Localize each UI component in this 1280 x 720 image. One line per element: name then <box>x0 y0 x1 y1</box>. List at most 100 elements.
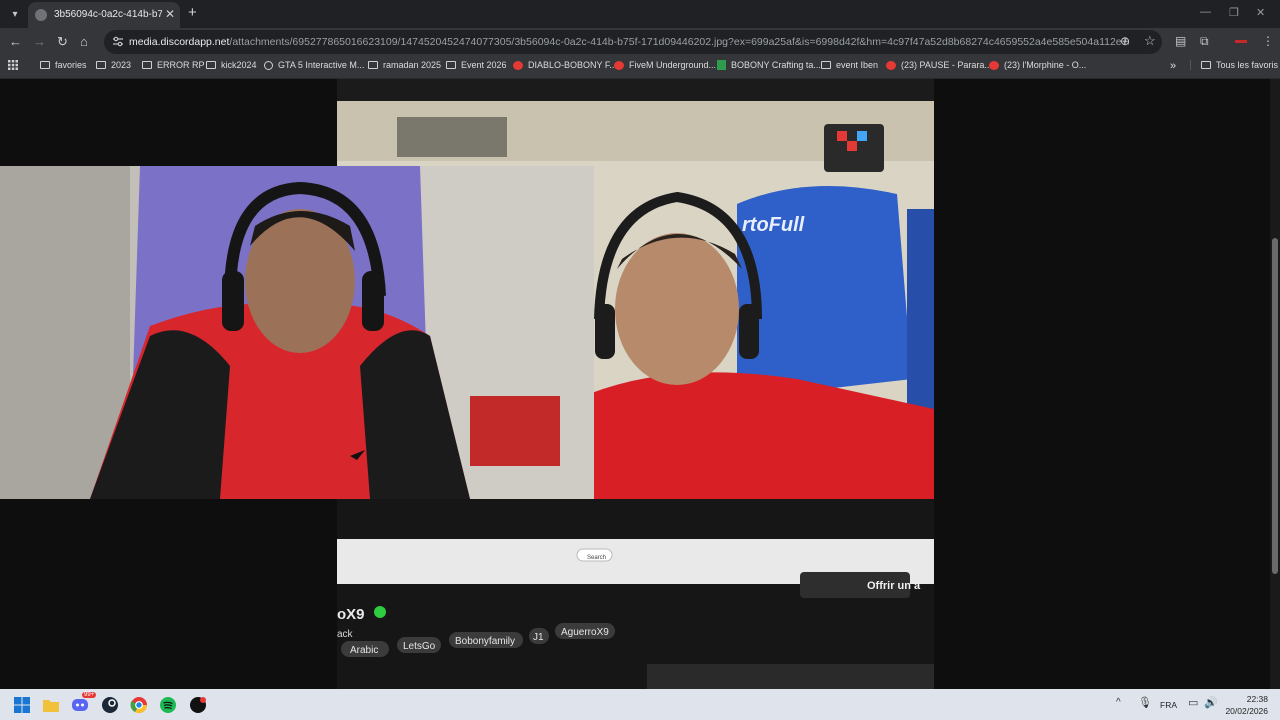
language-indicator[interactable]: FRA <box>1160 700 1177 710</box>
bookmark-label: GTA 5 Interactive M... <box>278 60 365 70</box>
tab-strip: ▾ 3b56094c-0a2c-414b-b75f-171 ✕ + — ❐ ✕ <box>0 0 1280 28</box>
address-bar[interactable]: media.discordapp.net/attachments/6952778… <box>104 30 1162 54</box>
bookmark-item[interactable]: GTA 5 Interactive M... <box>264 60 364 70</box>
youtube-icon <box>614 60 624 70</box>
bookmark-label: 2023 <box>111 60 132 70</box>
bookmark-item[interactable]: ramadan 2025 <box>368 60 441 70</box>
home-icon[interactable]: ⌂ <box>80 34 88 49</box>
folder-icon <box>446 61 456 69</box>
all-bookmarks[interactable]: Tous les favoris <box>1190 60 1278 70</box>
youtube-icon <box>989 60 999 70</box>
tag-chip: J1 <box>533 632 544 643</box>
browser-toolbar: ← → ↻ ⌂ media.discordapp.net/attachments… <box>0 28 1280 56</box>
discord-icon[interactable] <box>70 695 90 715</box>
volume-icon[interactable]: 🔊 <box>1204 696 1218 709</box>
tag-chip: Bobonyfamily <box>455 636 515 647</box>
bookmark-item[interactable]: event Iben <box>821 60 878 70</box>
url-path: /attachments/695277865016623109/14745204… <box>229 36 1129 48</box>
bookmark-label: Tous les favoris <box>1216 60 1279 70</box>
tab-search-icon[interactable]: ▾ <box>6 5 24 23</box>
bookmark-item[interactable]: ERROR RP <box>142 60 205 70</box>
gift-button-text: Offrir un a <box>867 580 921 592</box>
back-icon[interactable]: ← <box>9 34 22 49</box>
profile-icon[interactable] <box>1235 40 1247 43</box>
reload-icon[interactable]: ↻ <box>57 34 68 50</box>
bookmark-label: ERROR RP <box>157 60 205 70</box>
bookmark-item[interactable]: 2023 <box>96 60 131 70</box>
webcam-overlay <box>0 166 594 499</box>
spotify-icon[interactable] <box>158 695 178 715</box>
bookmark-item[interactable]: kick2024 <box>206 60 257 70</box>
menu-icon[interactable]: ⋮ <box>1262 34 1274 48</box>
app-icon[interactable] <box>188 695 208 715</box>
bookmark-item[interactable]: Event 2026 <box>446 60 507 70</box>
windows-taskbar: 99+ ^ 🎙 FRA ▭ 🔊 22:38 20/02/2026 <box>0 689 1280 720</box>
bookmark-item[interactable]: BOBONY Crafting ta... <box>717 60 821 70</box>
folder-icon <box>368 61 378 69</box>
close-tab-icon[interactable]: ✕ <box>165 7 175 21</box>
bookmark-label: event Iben <box>836 60 879 70</box>
windows-start-icon[interactable] <box>12 695 32 715</box>
minimize-icon[interactable]: — <box>1200 6 1211 18</box>
tag-chip: AguerroX9 <box>561 627 609 638</box>
folder-icon <box>142 61 152 69</box>
red-box <box>470 396 560 466</box>
monitor-dock <box>647 664 934 689</box>
clock-time[interactable]: 22:38 <box>1240 694 1268 704</box>
media-icon[interactable]: ▤ <box>1175 34 1186 48</box>
url-text[interactable]: media.discordapp.net/attachments/6952778… <box>129 36 1129 48</box>
folder-icon <box>40 61 50 69</box>
apps-icon[interactable] <box>8 60 18 70</box>
url-host: media.discordapp.net <box>129 36 230 48</box>
network-icon[interactable]: ▭ <box>1188 696 1198 709</box>
bookmark-item[interactable]: (23) l'Morphine - O... <box>989 60 1086 70</box>
folder-icon <box>1201 61 1211 69</box>
bookmark-label: (23) l'Morphine - O... <box>1004 60 1087 70</box>
new-tab-icon[interactable]: + <box>188 4 197 21</box>
tab-title: 3b56094c-0a2c-414b-b75f-171 <box>54 9 162 20</box>
steam-icon[interactable] <box>100 695 120 715</box>
sheets-icon <box>717 60 726 70</box>
site-info-icon[interactable] <box>112 36 124 47</box>
bookmark-item[interactable]: FiveM Underground... <box>614 60 716 70</box>
more-bookmarks-icon[interactable]: » <box>1170 60 1176 72</box>
bookmarks-bar: favories 2023 ERROR RP kick2024 GTA 5 In… <box>0 56 1280 79</box>
bookmark-label: (23) PAUSE - Parara... <box>901 60 992 70</box>
globe-icon <box>264 60 273 70</box>
forward-icon[interactable]: → <box>33 34 46 49</box>
tag-chip: LetsGo <box>403 641 436 652</box>
scrollbar-thumb[interactable] <box>1272 238 1278 574</box>
microphone-icon[interactable]: 🎙 <box>1138 696 1152 709</box>
bookmark-label: DIABLO-BOBONY F... <box>528 60 617 70</box>
discord-badge: 99+ <box>82 692 97 698</box>
extensions-icon[interactable]: ⧉ <box>1200 34 1209 49</box>
image-viewer: rtoFull Search Offrir un a oX9 ack Arabi… <box>0 79 1280 689</box>
bookmark-star-icon[interactable]: ☆ <box>1144 33 1156 49</box>
clock-date[interactable]: 20/02/2026 <box>1222 706 1268 716</box>
active-tab[interactable]: 3b56094c-0a2c-414b-b75f-171 ✕ <box>28 2 180 28</box>
folder-icon <box>821 61 831 69</box>
tag-chip: Arabic <box>350 645 378 656</box>
man-face <box>615 233 739 385</box>
youtube-icon <box>513 60 523 70</box>
bookmark-label: kick2024 <box>221 60 257 70</box>
shelf-shoes <box>397 117 507 157</box>
bookmark-item[interactable]: DIABLO-BOBONY F... <box>513 60 617 70</box>
chair-logo-text: rtoFull <box>742 214 805 236</box>
restore-icon[interactable]: ❐ <box>1229 6 1239 19</box>
monitor-search-text: Search <box>587 555 606 561</box>
bookmark-label: ramadan 2025 <box>383 60 442 70</box>
zoom-icon[interactable]: ⊕ <box>1120 34 1130 48</box>
chrome-icon[interactable] <box>129 695 149 715</box>
file-explorer-icon[interactable] <box>41 695 61 715</box>
bookmark-label: BOBONY Crafting ta... <box>731 60 821 70</box>
close-window-icon[interactable]: ✕ <box>1256 6 1265 19</box>
folder-icon <box>96 61 106 69</box>
bookmark-label: Event 2026 <box>461 60 507 70</box>
tab-favicon-icon <box>35 9 47 21</box>
folder-icon <box>206 61 216 69</box>
bookmark-label: favories <box>55 60 87 70</box>
bookmark-item[interactable]: favories <box>40 60 87 70</box>
tray-chevron-icon[interactable]: ^ <box>1116 697 1121 708</box>
bookmark-item[interactable]: (23) PAUSE - Parara... <box>886 60 992 70</box>
